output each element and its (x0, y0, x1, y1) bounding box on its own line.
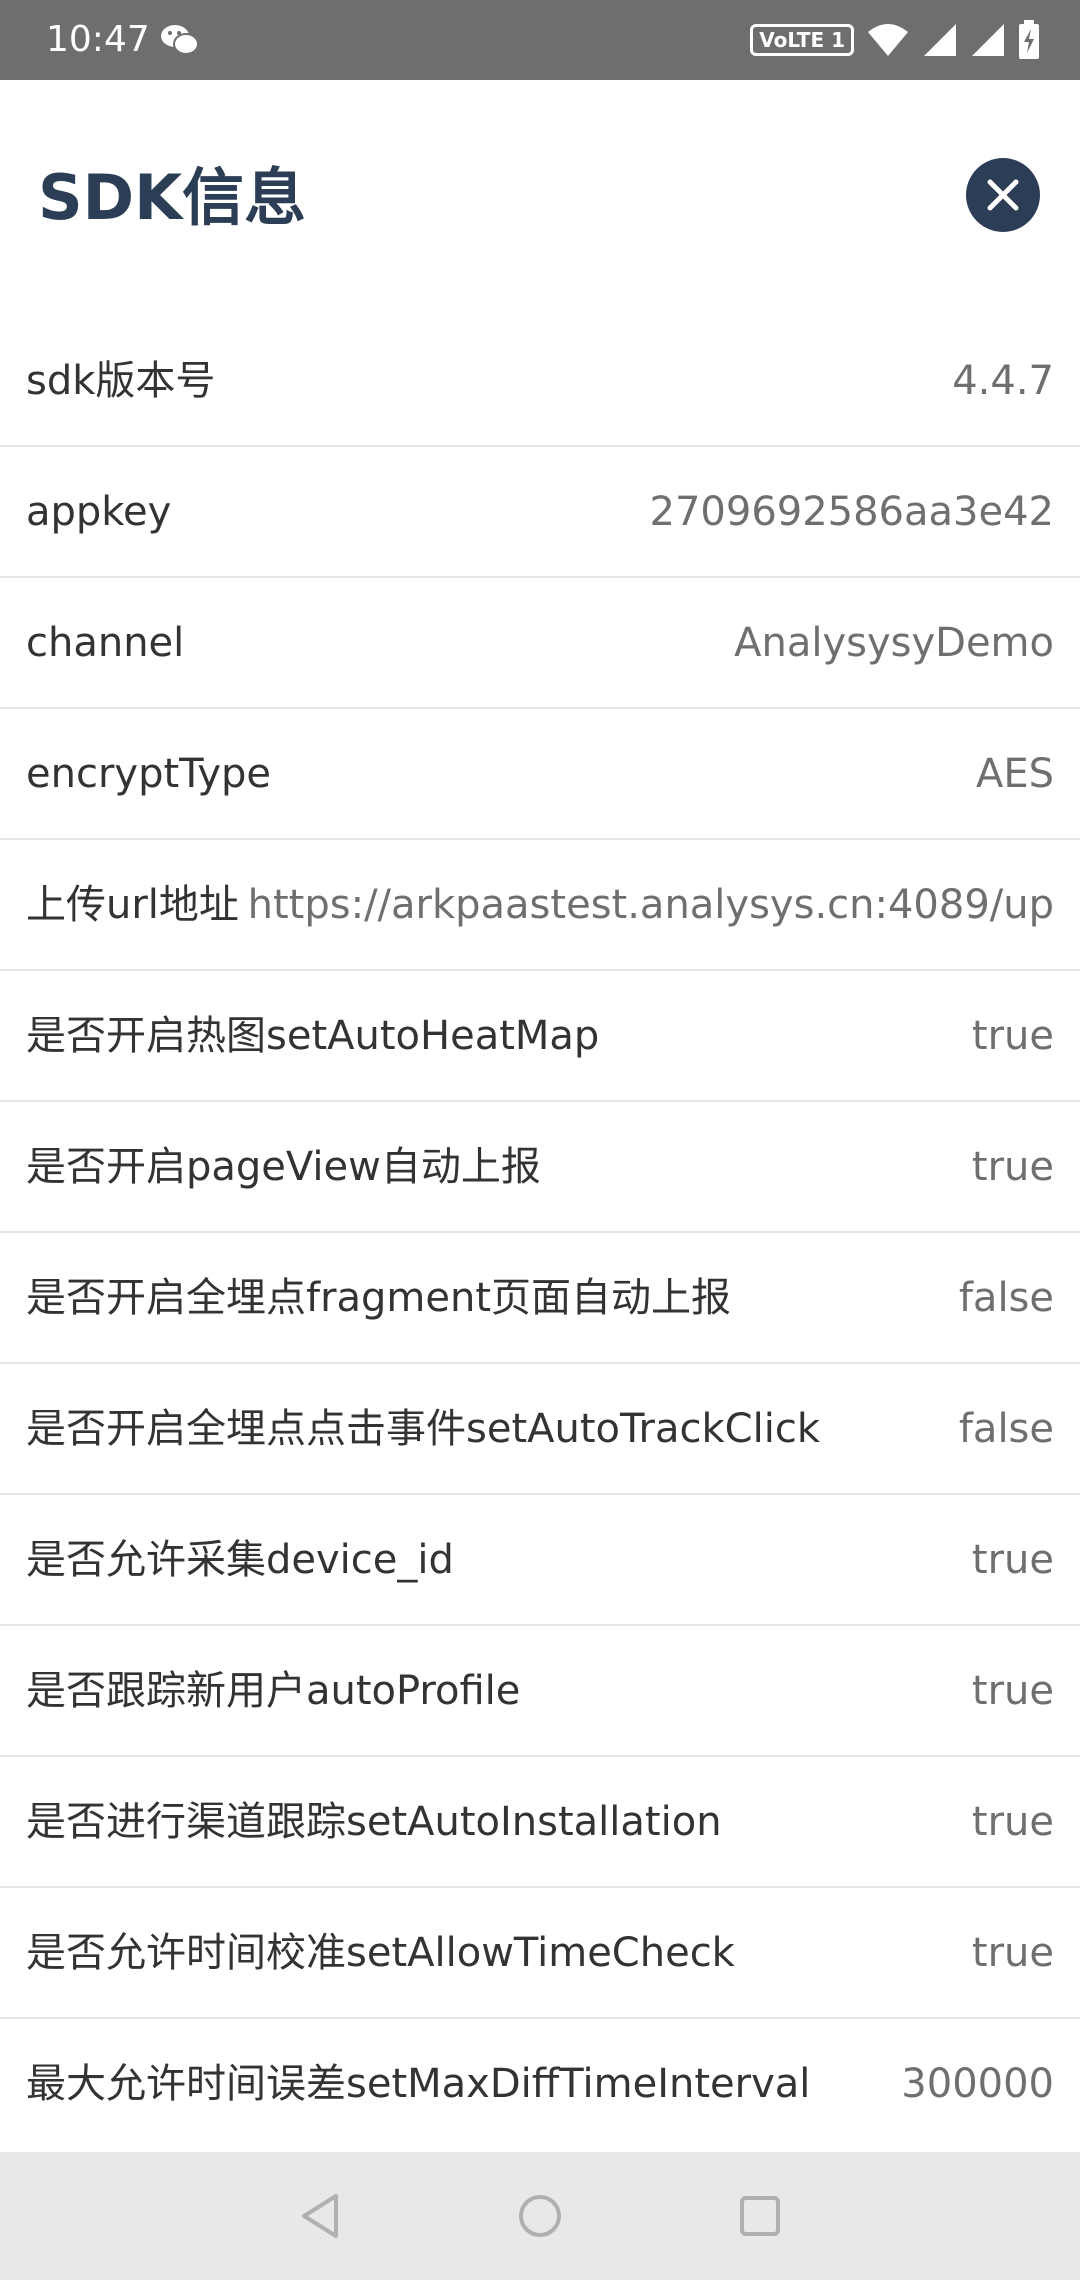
row-value: 300000 (901, 2061, 1054, 2107)
volte-badge: VoLTE 1 (750, 24, 854, 56)
row-label: appkey (26, 489, 172, 535)
row-label: sdk版本号 (26, 358, 216, 404)
row-value: true (971, 1144, 1054, 1190)
list-item: 上传url地址 https://arkpaastest.analysys.cn:… (0, 840, 1080, 971)
row-value: 4.4.7 (952, 358, 1054, 404)
list-item: 是否开启全埋点fragment页面自动上报 false (0, 1233, 1080, 1364)
list-item: 是否允许时间校准setAllowTimeCheck true (0, 1888, 1080, 2019)
sdk-info-list: sdk版本号 4.4.7 appkey 2709692586aa3e42 cha… (0, 316, 1080, 2150)
back-button[interactable] (290, 2186, 350, 2246)
row-label: 是否允许采集device_id (26, 1537, 454, 1583)
signal-icon (972, 24, 1004, 56)
status-icons: VoLTE 1 (750, 18, 1040, 62)
list-item: encryptType AES (0, 709, 1080, 840)
recents-button[interactable] (730, 2186, 790, 2246)
row-label: channel (26, 620, 185, 666)
row-value: true (971, 1537, 1054, 1583)
list-item: 是否开启pageView自动上报 true (0, 1102, 1080, 1233)
list-item: 最大允许时间误差setMaxDiffTimeInterval 300000 (0, 2019, 1080, 2150)
wifi-icon (868, 24, 908, 56)
row-label: 上传url地址 (26, 882, 239, 928)
row-value: https://arkpaastest.analysys.cn:4089/up (247, 882, 1054, 928)
recents-icon (740, 2196, 780, 2236)
row-value: true (971, 1668, 1054, 1714)
row-value: false (958, 1406, 1054, 1452)
row-label: encryptType (26, 751, 272, 797)
sheet-header: SDK信息 (0, 80, 1080, 310)
row-label: 是否跟踪新用户autoProfile (26, 1668, 521, 1714)
navigation-bar (0, 2152, 1080, 2280)
list-item: 是否开启全埋点点击事件setAutoTrackClick false (0, 1364, 1080, 1495)
row-value: 2709692586aa3e42 (649, 489, 1054, 535)
list-item: channel AnalysysyDemo (0, 578, 1080, 709)
page-title: SDK信息 (38, 161, 307, 234)
list-item: 是否进行渠道跟踪setAutoInstallation true (0, 1757, 1080, 1888)
row-label: 是否允许时间校准setAllowTimeCheck (26, 1930, 735, 1976)
home-button[interactable] (510, 2186, 570, 2246)
row-label: 是否开启全埋点点击事件setAutoTrackClick (26, 1406, 820, 1452)
close-icon (987, 179, 1019, 211)
row-label: 最大允许时间误差setMaxDiffTimeInterval (26, 2061, 811, 2107)
close-button[interactable] (966, 158, 1040, 232)
battery-charging-icon (1019, 20, 1039, 59)
wechat-icon (161, 25, 199, 55)
row-value: true (971, 1013, 1054, 1059)
row-value: AnalysysyDemo (734, 620, 1054, 666)
row-label: 是否开启热图setAutoHeatMap (26, 1013, 600, 1059)
row-value: true (971, 1930, 1054, 1976)
status-time: 10:47 (46, 19, 150, 60)
home-icon (519, 2195, 561, 2237)
list-item: sdk版本号 4.4.7 (0, 316, 1080, 447)
list-item: 是否跟踪新用户autoProfile true (0, 1626, 1080, 1757)
row-label: 是否开启全埋点fragment页面自动上报 (26, 1275, 732, 1321)
list-item: 是否开启热图setAutoHeatMap true (0, 971, 1080, 1102)
row-label: 是否开启pageView自动上报 (26, 1144, 541, 1190)
row-value: AES (975, 751, 1054, 797)
list-item: 是否允许采集device_id true (0, 1495, 1080, 1626)
row-label: 是否进行渠道跟踪setAutoInstallation (26, 1799, 722, 1845)
list-item: appkey 2709692586aa3e42 (0, 447, 1080, 578)
back-icon (302, 2194, 338, 2238)
status-bar: 10:47 VoLTE 1 (0, 0, 1080, 80)
signal-icon (924, 24, 956, 56)
row-value: true (971, 1799, 1054, 1845)
row-value: false (958, 1275, 1054, 1321)
